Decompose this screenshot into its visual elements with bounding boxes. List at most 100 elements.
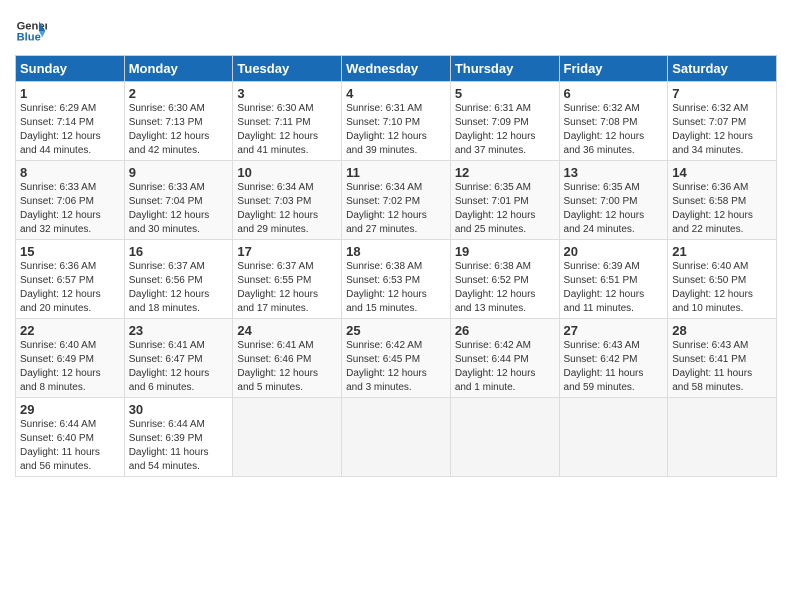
day-info: Sunrise: 6:43 AM Sunset: 6:41 PM Dayligh… <box>672 339 772 395</box>
table-row: 2Sunrise: 6:30 AM Sunset: 7:13 PM Daylig… <box>124 82 233 161</box>
day-info: Sunrise: 6:44 AM Sunset: 6:39 PM Dayligh… <box>129 418 229 474</box>
day-number: 17 <box>237 244 337 259</box>
day-number: 15 <box>20 244 120 259</box>
day-number: 16 <box>129 244 229 259</box>
day-number: 1 <box>20 86 120 101</box>
day-number: 14 <box>672 165 772 180</box>
day-number: 28 <box>672 323 772 338</box>
table-row: 4Sunrise: 6:31 AM Sunset: 7:10 PM Daylig… <box>342 82 451 161</box>
day-info: Sunrise: 6:30 AM Sunset: 7:13 PM Dayligh… <box>129 102 229 158</box>
col-header-monday: Monday <box>124 56 233 82</box>
day-number: 12 <box>455 165 555 180</box>
day-info: Sunrise: 6:38 AM Sunset: 6:53 PM Dayligh… <box>346 260 446 316</box>
table-row: 14Sunrise: 6:36 AM Sunset: 6:58 PM Dayli… <box>668 161 777 240</box>
day-info: Sunrise: 6:33 AM Sunset: 7:06 PM Dayligh… <box>20 181 120 237</box>
day-info: Sunrise: 6:42 AM Sunset: 6:44 PM Dayligh… <box>455 339 555 395</box>
table-row: 22Sunrise: 6:40 AM Sunset: 6:49 PM Dayli… <box>16 319 125 398</box>
col-header-sunday: Sunday <box>16 56 125 82</box>
table-row: 6Sunrise: 6:32 AM Sunset: 7:08 PM Daylig… <box>559 82 668 161</box>
table-row <box>559 398 668 477</box>
day-number: 9 <box>129 165 229 180</box>
table-row: 25Sunrise: 6:42 AM Sunset: 6:45 PM Dayli… <box>342 319 451 398</box>
table-row: 10Sunrise: 6:34 AM Sunset: 7:03 PM Dayli… <box>233 161 342 240</box>
table-row: 30Sunrise: 6:44 AM Sunset: 6:39 PM Dayli… <box>124 398 233 477</box>
table-row: 19Sunrise: 6:38 AM Sunset: 6:52 PM Dayli… <box>450 240 559 319</box>
day-number: 7 <box>672 86 772 101</box>
day-info: Sunrise: 6:34 AM Sunset: 7:02 PM Dayligh… <box>346 181 446 237</box>
day-info: Sunrise: 6:33 AM Sunset: 7:04 PM Dayligh… <box>129 181 229 237</box>
day-info: Sunrise: 6:36 AM Sunset: 6:57 PM Dayligh… <box>20 260 120 316</box>
day-number: 5 <box>455 86 555 101</box>
day-info: Sunrise: 6:31 AM Sunset: 7:09 PM Dayligh… <box>455 102 555 158</box>
table-row: 13Sunrise: 6:35 AM Sunset: 7:00 PM Dayli… <box>559 161 668 240</box>
day-info: Sunrise: 6:35 AM Sunset: 7:01 PM Dayligh… <box>455 181 555 237</box>
logo-icon: General Blue <box>15 15 47 47</box>
table-row <box>342 398 451 477</box>
day-number: 25 <box>346 323 446 338</box>
day-number: 24 <box>237 323 337 338</box>
day-info: Sunrise: 6:34 AM Sunset: 7:03 PM Dayligh… <box>237 181 337 237</box>
day-number: 3 <box>237 86 337 101</box>
table-row: 16Sunrise: 6:37 AM Sunset: 6:56 PM Dayli… <box>124 240 233 319</box>
day-number: 2 <box>129 86 229 101</box>
day-number: 20 <box>564 244 664 259</box>
table-row: 7Sunrise: 6:32 AM Sunset: 7:07 PM Daylig… <box>668 82 777 161</box>
table-row: 23Sunrise: 6:41 AM Sunset: 6:47 PM Dayli… <box>124 319 233 398</box>
day-number: 21 <box>672 244 772 259</box>
day-info: Sunrise: 6:40 AM Sunset: 6:49 PM Dayligh… <box>20 339 120 395</box>
day-info: Sunrise: 6:29 AM Sunset: 7:14 PM Dayligh… <box>20 102 120 158</box>
table-row: 20Sunrise: 6:39 AM Sunset: 6:51 PM Dayli… <box>559 240 668 319</box>
table-row: 11Sunrise: 6:34 AM Sunset: 7:02 PM Dayli… <box>342 161 451 240</box>
day-info: Sunrise: 6:39 AM Sunset: 6:51 PM Dayligh… <box>564 260 664 316</box>
table-row <box>450 398 559 477</box>
day-info: Sunrise: 6:37 AM Sunset: 6:55 PM Dayligh… <box>237 260 337 316</box>
day-number: 8 <box>20 165 120 180</box>
col-header-thursday: Thursday <box>450 56 559 82</box>
day-info: Sunrise: 6:32 AM Sunset: 7:08 PM Dayligh… <box>564 102 664 158</box>
logo: General Blue <box>15 15 47 47</box>
table-row <box>233 398 342 477</box>
table-row: 29Sunrise: 6:44 AM Sunset: 6:40 PM Dayli… <box>16 398 125 477</box>
table-row: 9Sunrise: 6:33 AM Sunset: 7:04 PM Daylig… <box>124 161 233 240</box>
day-number: 26 <box>455 323 555 338</box>
day-number: 11 <box>346 165 446 180</box>
table-row: 8Sunrise: 6:33 AM Sunset: 7:06 PM Daylig… <box>16 161 125 240</box>
table-row: 15Sunrise: 6:36 AM Sunset: 6:57 PM Dayli… <box>16 240 125 319</box>
table-row <box>668 398 777 477</box>
svg-text:Blue: Blue <box>17 32 41 44</box>
day-info: Sunrise: 6:41 AM Sunset: 6:47 PM Dayligh… <box>129 339 229 395</box>
day-number: 22 <box>20 323 120 338</box>
table-row: 21Sunrise: 6:40 AM Sunset: 6:50 PM Dayli… <box>668 240 777 319</box>
table-row: 24Sunrise: 6:41 AM Sunset: 6:46 PM Dayli… <box>233 319 342 398</box>
table-row: 17Sunrise: 6:37 AM Sunset: 6:55 PM Dayli… <box>233 240 342 319</box>
calendar-table: SundayMondayTuesdayWednesdayThursdayFrid… <box>15 55 777 477</box>
table-row: 12Sunrise: 6:35 AM Sunset: 7:01 PM Dayli… <box>450 161 559 240</box>
table-row: 3Sunrise: 6:30 AM Sunset: 7:11 PM Daylig… <box>233 82 342 161</box>
day-number: 30 <box>129 402 229 417</box>
day-number: 13 <box>564 165 664 180</box>
day-info: Sunrise: 6:38 AM Sunset: 6:52 PM Dayligh… <box>455 260 555 316</box>
table-row: 28Sunrise: 6:43 AM Sunset: 6:41 PM Dayli… <box>668 319 777 398</box>
day-info: Sunrise: 6:32 AM Sunset: 7:07 PM Dayligh… <box>672 102 772 158</box>
day-info: Sunrise: 6:41 AM Sunset: 6:46 PM Dayligh… <box>237 339 337 395</box>
col-header-friday: Friday <box>559 56 668 82</box>
day-number: 4 <box>346 86 446 101</box>
day-number: 27 <box>564 323 664 338</box>
col-header-tuesday: Tuesday <box>233 56 342 82</box>
day-info: Sunrise: 6:30 AM Sunset: 7:11 PM Dayligh… <box>237 102 337 158</box>
day-info: Sunrise: 6:31 AM Sunset: 7:10 PM Dayligh… <box>346 102 446 158</box>
day-info: Sunrise: 6:44 AM Sunset: 6:40 PM Dayligh… <box>20 418 120 474</box>
day-info: Sunrise: 6:35 AM Sunset: 7:00 PM Dayligh… <box>564 181 664 237</box>
table-row: 1Sunrise: 6:29 AM Sunset: 7:14 PM Daylig… <box>16 82 125 161</box>
day-info: Sunrise: 6:40 AM Sunset: 6:50 PM Dayligh… <box>672 260 772 316</box>
table-row: 26Sunrise: 6:42 AM Sunset: 6:44 PM Dayli… <box>450 319 559 398</box>
day-number: 10 <box>237 165 337 180</box>
day-number: 6 <box>564 86 664 101</box>
table-row: 18Sunrise: 6:38 AM Sunset: 6:53 PM Dayli… <box>342 240 451 319</box>
table-row: 5Sunrise: 6:31 AM Sunset: 7:09 PM Daylig… <box>450 82 559 161</box>
col-header-saturday: Saturday <box>668 56 777 82</box>
day-info: Sunrise: 6:42 AM Sunset: 6:45 PM Dayligh… <box>346 339 446 395</box>
day-info: Sunrise: 6:36 AM Sunset: 6:58 PM Dayligh… <box>672 181 772 237</box>
day-info: Sunrise: 6:43 AM Sunset: 6:42 PM Dayligh… <box>564 339 664 395</box>
day-number: 19 <box>455 244 555 259</box>
